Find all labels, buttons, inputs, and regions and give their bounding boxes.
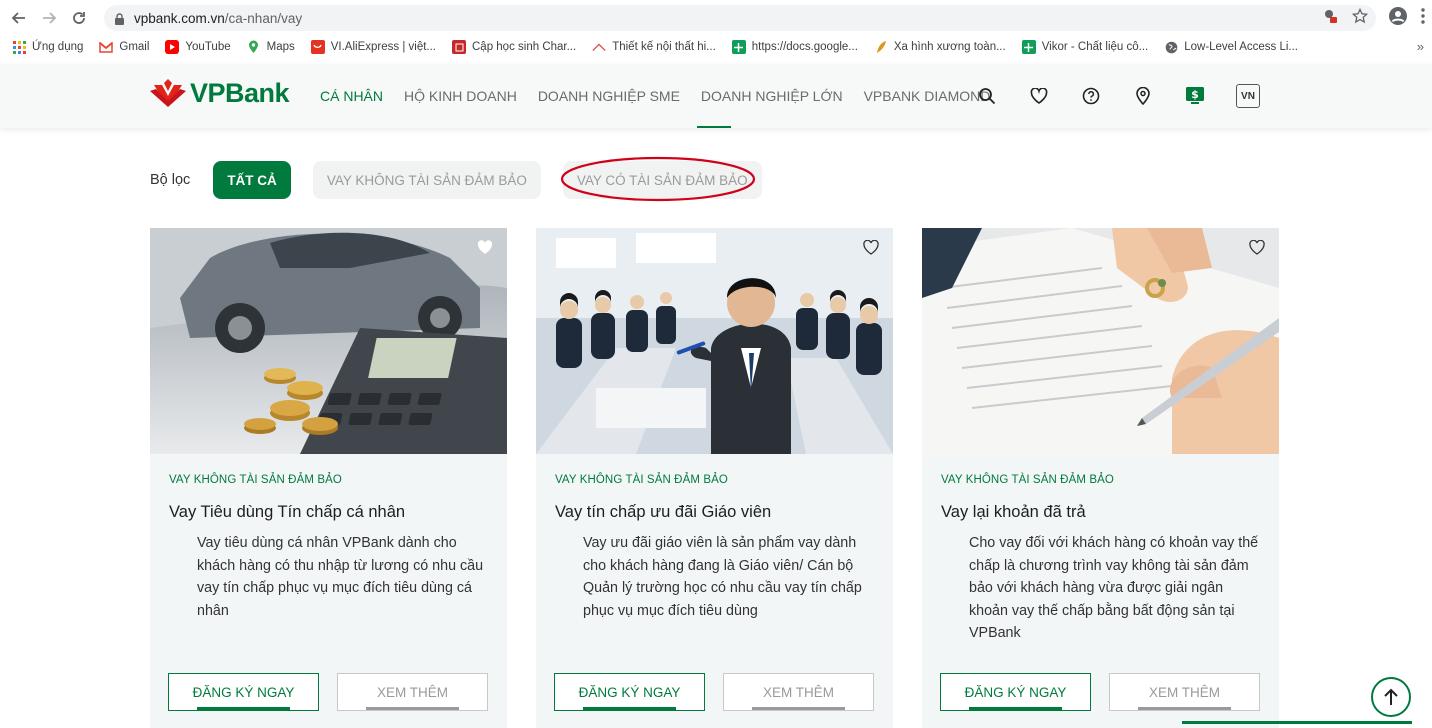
nav-item-vpbank-diamond[interactable]: VPBANK DIAMOND: [864, 88, 991, 104]
help-icon[interactable]: [1080, 85, 1102, 107]
sheets-icon: [1021, 40, 1036, 54]
bookmark-aliexpress[interactable]: VI.AliExpress | việt...: [310, 40, 436, 54]
nav-item-ca-nhan[interactable]: CÁ NHÂN: [320, 88, 383, 104]
card-category: VAY KHÔNG TÀI SẢN ĐẢM BẢO: [941, 474, 1114, 486]
bookmark-label: Maps: [266, 41, 295, 53]
leaf-icon: [874, 40, 888, 54]
back-icon[interactable]: [6, 5, 32, 31]
vpbank-logo[interactable]: VPBank: [150, 78, 290, 109]
interior-icon: [592, 40, 606, 54]
profile-avatar-icon[interactable]: [1388, 6, 1408, 31]
bookmark-site[interactable]: Cập học sinh Char...: [452, 40, 576, 54]
bookmark-gmail[interactable]: Gmail: [99, 40, 149, 54]
loan-card: VAY KHÔNG TÀI SẢN ĐẢM BẢO Vay lại khoản …: [922, 228, 1279, 728]
location-pin-icon[interactable]: [1132, 85, 1154, 107]
bookmark-label: YouTube: [185, 41, 231, 53]
register-now-button[interactable]: ĐĂNG KÝ NGAY: [168, 673, 319, 711]
bookmark-label: Low-Level Access Li...: [1184, 41, 1298, 53]
filter-chip-all[interactable]: TẤT CẢ: [213, 161, 291, 199]
filter-chip-secured[interactable]: VAY CÓ TÀI SẢN ĐẢM BẢO: [562, 161, 762, 199]
card-title[interactable]: Vay tín chấp ưu đãi Giáo viên: [555, 503, 771, 522]
forward-icon[interactable]: [36, 5, 62, 31]
logo-wordmark: VPBank: [190, 78, 290, 108]
nav-active-indicator: [697, 126, 731, 128]
header-actions: $ VN: [976, 84, 1260, 108]
bookmark-label: Vikor - Chất liệu cô...: [1041, 41, 1149, 53]
bookmark-low-level[interactable]: Low-Level Access Li...: [1164, 40, 1298, 54]
bookmark-label: VI.AliExpress | việt...: [330, 41, 436, 53]
bookmark-label: Gmail: [119, 41, 150, 53]
search-icon[interactable]: [976, 85, 998, 107]
arrow-up-icon: [1384, 688, 1398, 705]
reload-icon[interactable]: [66, 5, 92, 31]
gmail-icon: [99, 40, 114, 54]
maps-pin-icon: [247, 40, 261, 54]
vpbank-logo-icon: [150, 78, 186, 107]
browser-toolbar: vpbank.com.vn/ca-nhan/vay: [0, 0, 1432, 36]
bookmark-maps[interactable]: Maps: [247, 40, 295, 54]
card-image-signing-contract[interactable]: [922, 228, 1279, 454]
heart-icon[interactable]: [1028, 85, 1050, 107]
address-bar[interactable]: vpbank.com.vn/ca-nhan/vay: [104, 5, 1376, 31]
site-header: VPBank CÁ NHÂN HỘ KINH DOANH DOANH NGHIỆ…: [0, 64, 1432, 128]
card-description: Cho vay đối với khách hàng có khoản vay …: [969, 535, 1259, 642]
svg-text:$: $: [1191, 88, 1199, 101]
lock-icon: [114, 12, 125, 25]
scroll-to-top-button[interactable]: [1371, 677, 1411, 717]
bookmark-youtube[interactable]: YouTube: [165, 40, 231, 54]
bookmark-label: Xa hình xương toàn...: [893, 41, 1006, 53]
nav-item-doanh-nghiep-lon[interactable]: DOANH NGHIỆP LỚN: [701, 88, 843, 104]
card-title[interactable]: Vay lại khoản đã trả: [941, 503, 1086, 522]
bookmark-xa-hinh[interactable]: Xa hình xương toàn...: [874, 40, 1006, 54]
bookmark-label: Ứng dụng: [32, 41, 84, 53]
url-host: vpbank.com.vn: [134, 10, 225, 26]
card-description: Vay ưu đãi giáo viên là sản phẩm vay dàn…: [583, 535, 862, 619]
globe-icon: [1164, 40, 1178, 54]
aliexpress-icon: [310, 40, 325, 54]
card-image-teacher-classroom[interactable]: [536, 228, 893, 454]
sheets-icon: [731, 40, 746, 54]
bookmark-star-icon[interactable]: [1351, 7, 1369, 27]
filter-chip-secured-wrapper: VAY CÓ TÀI SẢN ĐẢM BẢO: [560, 156, 762, 202]
nav-item-doanh-nghiep-sme[interactable]: DOANH NGHIỆP SME: [538, 88, 680, 104]
card-image-car-calculator[interactable]: [150, 228, 507, 454]
loan-card-list: VAY KHÔNG TÀI SẢN ĐẢM BẢO Vay Tiêu dùng …: [150, 228, 1308, 728]
favorite-heart-icon[interactable]: [863, 239, 879, 256]
bookmarks-bar: Ứng dụng Gmail YouTube Maps VI.AliExpres…: [0, 36, 1432, 58]
register-now-button[interactable]: ĐĂNG KÝ NGAY: [940, 673, 1091, 711]
bookmark-label: Thiết kế nội thất hi...: [612, 41, 716, 53]
chrome-menu-icon[interactable]: [1420, 7, 1426, 30]
url-path: /ca-nhan/vay: [224, 10, 303, 26]
language-switch[interactable]: VN: [1236, 84, 1260, 108]
bookmark-interior[interactable]: Thiết kế nội thất hi...: [592, 40, 716, 54]
bookmark-docs[interactable]: https://docs.google...: [731, 40, 858, 54]
see-more-button[interactable]: XEM THÊM: [723, 673, 874, 711]
filter-bar: Bộ lọc TẤT CẢ VAY KHÔNG TÀI SẢN ĐẢM BẢO …: [150, 156, 762, 202]
exchange-rate-icon[interactable]: $: [1184, 85, 1206, 107]
youtube-icon: [165, 40, 180, 54]
card-category: VAY KHÔNG TÀI SẢN ĐẢM BẢO: [555, 474, 728, 486]
blocked-popup-icon[interactable]: [1322, 8, 1338, 27]
filter-chip-unsecured[interactable]: VAY KHÔNG TÀI SẢN ĐẢM BẢO: [312, 161, 541, 199]
loan-card: VAY KHÔNG TÀI SẢN ĐẢM BẢO Vay Tiêu dùng …: [150, 228, 507, 728]
bookmark-vikor[interactable]: Vikor - Chất liệu cô...: [1021, 40, 1149, 54]
filter-label: Bộ lọc: [150, 172, 191, 188]
bookmarks-overflow-button[interactable]: »: [1417, 39, 1424, 54]
bookmark-apps[interactable]: Ứng dụng: [12, 40, 83, 54]
bookmark-label: https://docs.google...: [751, 41, 858, 53]
favorite-heart-icon[interactable]: [1249, 239, 1265, 256]
site-icon: [452, 40, 466, 54]
favorite-heart-icon[interactable]: [477, 240, 493, 256]
register-now-button[interactable]: ĐĂNG KÝ NGAY: [554, 673, 705, 711]
bookmark-label: Cập học sinh Char...: [472, 41, 577, 53]
see-more-button[interactable]: XEM THÊM: [337, 673, 488, 711]
card-description: Vay tiêu dùng cá nhân VPBank dành cho kh…: [197, 535, 484, 619]
nav-item-ho-kinh-doanh[interactable]: HỘ KINH DOANH: [404, 88, 517, 104]
apps-grid-icon: [12, 40, 26, 54]
see-more-button[interactable]: XEM THÊM: [1109, 673, 1260, 711]
card-category: VAY KHÔNG TÀI SẢN ĐẢM BẢO: [169, 474, 342, 486]
card-title[interactable]: Vay Tiêu dùng Tín chấp cá nhân: [169, 503, 405, 522]
main-nav: CÁ NHÂN HỘ KINH DOANH DOANH NGHIỆP SME D…: [320, 88, 1011, 104]
loan-card: VAY KHÔNG TÀI SẢN ĐẢM BẢO Vay tín chấp ư…: [536, 228, 893, 728]
